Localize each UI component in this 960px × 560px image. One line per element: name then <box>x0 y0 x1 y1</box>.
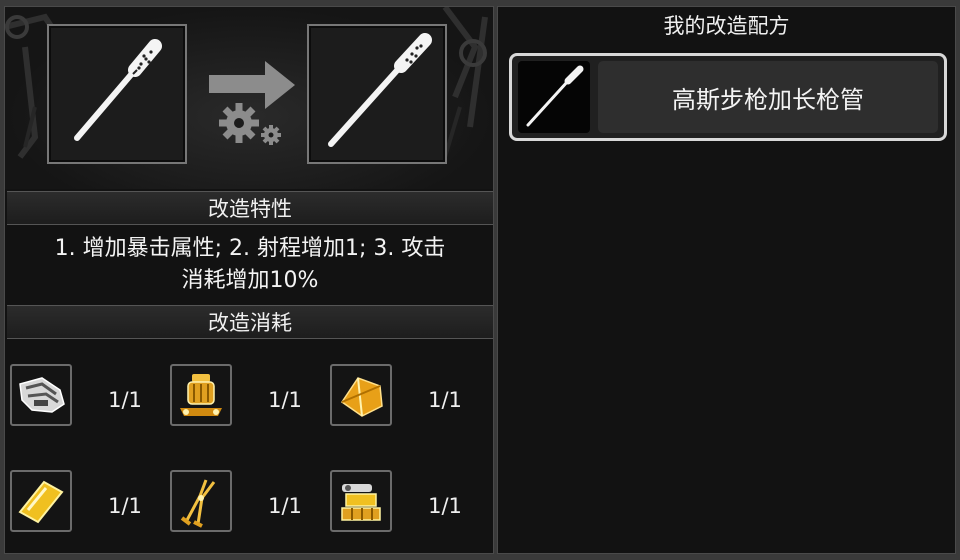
gauntlet-part-icon <box>19 377 65 413</box>
transform-preview <box>5 7 493 189</box>
material-count-1: 1/1 <box>108 388 142 412</box>
material-slot-1[interactable] <box>10 364 72 426</box>
gold-ore-icon <box>340 377 383 417</box>
material-count-4: 1/1 <box>108 494 142 518</box>
cost-header: 改造消耗 <box>7 305 493 339</box>
source-item-slot[interactable] <box>47 24 187 164</box>
crafting-screen: 改造特性 1. 增加暴击属性; 2. 射程增加1; 3. 攻击 消耗增加10% … <box>0 0 960 560</box>
material-count-6: 1/1 <box>428 494 462 518</box>
brass-engine-part-icon <box>180 374 222 416</box>
material-slot-2[interactable] <box>170 364 232 426</box>
recipe-panel-title: 我的改造配方 <box>663 14 790 38</box>
modification-panel: 改造特性 1. 增加暴击属性; 2. 射程增加1; 3. 攻击 消耗增加10% … <box>4 6 494 554</box>
material-count-2: 1/1 <box>268 388 302 412</box>
traits-description: 1. 增加暴击属性; 2. 射程增加1; 3. 攻击 消耗增加10% <box>7 233 493 297</box>
traits-line-2: 消耗增加10% <box>181 268 319 293</box>
gold-plate-icon <box>18 480 64 524</box>
gold-mechanism-icon <box>341 484 381 521</box>
recipe-panel: 我的改造配方 高斯步枪加长枪管 <box>497 6 956 554</box>
material-count-5: 1/1 <box>268 494 302 518</box>
result-item-slot[interactable] <box>307 24 447 164</box>
traits-line-1: 1. 增加暴击属性; 2. 射程增加1; 3. 攻击 <box>54 236 446 261</box>
long-rifle-barrel-icon <box>328 33 432 147</box>
traits-header: 改造特性 <box>7 191 493 225</box>
material-slot-4[interactable] <box>10 470 72 532</box>
material-count-3: 1/1 <box>428 388 462 412</box>
rifle-barrel-icon <box>526 65 584 127</box>
material-slot-6[interactable] <box>330 470 392 532</box>
material-slot-5[interactable] <box>170 470 232 532</box>
material-slot-3[interactable] <box>330 364 392 426</box>
pliers-icon <box>180 479 216 528</box>
rifle-barrel-icon <box>74 39 162 141</box>
arrow-gears-icon <box>203 55 299 145</box>
recipe-item[interactable]: 高斯步枪加长枪管 <box>509 53 947 141</box>
recipe-thumb <box>518 61 590 133</box>
recipe-name: 高斯步枪加长枪管 <box>598 61 938 133</box>
